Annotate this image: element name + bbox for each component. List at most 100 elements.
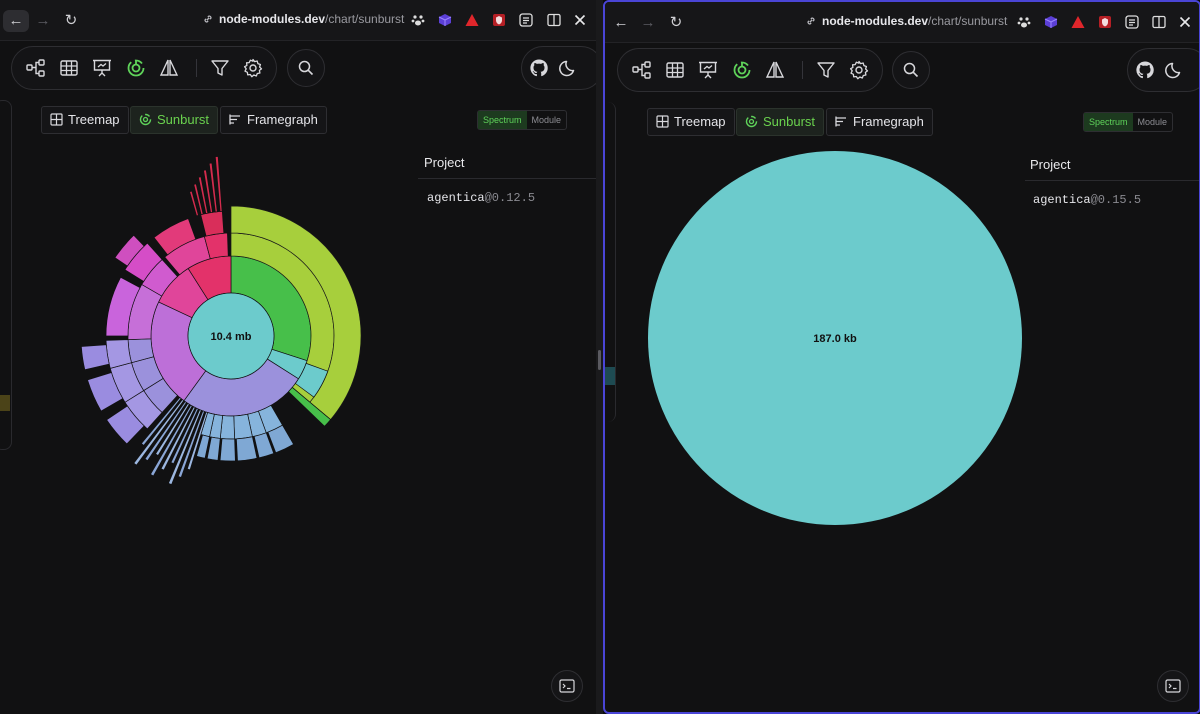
tab-label: Framegraph xyxy=(853,114,924,129)
sunburst-icon[interactable] xyxy=(124,56,148,80)
paw-icon[interactable] xyxy=(1017,15,1031,29)
forward-arrow-icon[interactable]: → xyxy=(30,10,56,32)
compare-icon[interactable] xyxy=(763,58,787,82)
terminal-icon xyxy=(559,679,575,693)
reload-icon[interactable]: ↻ xyxy=(663,12,689,34)
list-icon[interactable] xyxy=(519,13,533,27)
url-path: /chart/sunburst xyxy=(325,12,405,26)
sunburst-chart: 10.4 mb xyxy=(80,156,362,486)
sunburst-segment-lav2-2[interactable] xyxy=(105,339,132,369)
split-divider[interactable] xyxy=(596,0,603,714)
extension-cube-icon[interactable] xyxy=(438,13,452,27)
close-icon[interactable] xyxy=(573,13,587,27)
split-view-icon[interactable] xyxy=(547,13,561,27)
warning-triangle-icon[interactable] xyxy=(1071,15,1085,29)
graph-icon[interactable] xyxy=(24,56,48,80)
github-icon[interactable] xyxy=(529,58,549,78)
sunburst-segment-red-1[interactable] xyxy=(200,210,225,237)
terminal-button[interactable] xyxy=(1157,670,1189,702)
tab-framegraph[interactable]: Framegraph xyxy=(220,106,327,134)
view-toolbar xyxy=(617,48,883,92)
gear-icon[interactable] xyxy=(241,56,265,80)
forward-arrow-icon[interactable]: → xyxy=(635,12,661,34)
project-heading: Project xyxy=(424,155,465,170)
table-icon[interactable] xyxy=(57,56,81,80)
back-arrow-icon[interactable]: ← xyxy=(608,12,634,34)
gear-icon[interactable] xyxy=(847,58,871,82)
github-icon[interactable] xyxy=(1135,60,1155,80)
search-icon xyxy=(298,60,314,76)
close-icon[interactable] xyxy=(1178,15,1192,29)
sunburst-icon[interactable] xyxy=(730,58,754,82)
extension-cube-icon[interactable] xyxy=(1044,15,1058,29)
tab-label: Treemap xyxy=(68,112,120,127)
url-path: /chart/sunburst xyxy=(928,14,1008,28)
project-heading: Project xyxy=(1030,157,1071,172)
terminal-icon xyxy=(1165,679,1181,693)
center-label: 187.0 kb xyxy=(813,333,857,345)
warning-triangle-icon[interactable] xyxy=(465,13,479,27)
tab-sunburst[interactable]: Sunburst xyxy=(130,106,219,134)
presentation-icon[interactable] xyxy=(696,58,720,82)
framegraph-icon xyxy=(835,116,846,127)
sunburst-segment-lav3-2[interactable] xyxy=(80,344,110,371)
sunburst-chart: 187.0 kb xyxy=(648,151,1022,525)
project-version: @0.12.5 xyxy=(484,191,536,205)
split-view-icon[interactable] xyxy=(1152,15,1166,29)
search-button[interactable] xyxy=(892,51,930,89)
project-divider xyxy=(418,178,596,179)
project-name: agentica xyxy=(1033,193,1091,207)
module-option[interactable]: Module xyxy=(527,111,567,129)
spectrum-option[interactable]: Spectrum xyxy=(1084,113,1133,131)
paw-icon[interactable] xyxy=(411,13,425,27)
color-mode-toggle: Spectrum Module xyxy=(1083,112,1174,132)
spectrum-option[interactable]: Spectrum xyxy=(478,111,527,129)
address-bar[interactable]: node-modules.dev/chart/sunburst xyxy=(202,12,404,26)
filter-icon[interactable] xyxy=(208,56,232,80)
search-button[interactable] xyxy=(287,49,325,87)
url-domain: node-modules.dev xyxy=(822,14,929,28)
address-bar[interactable]: node-modules.dev/chart/sunburst xyxy=(805,14,1007,28)
compare-icon[interactable] xyxy=(157,56,181,80)
module-option[interactable]: Module xyxy=(1133,113,1173,131)
tab-label: Treemap xyxy=(674,114,726,129)
tab-framegraph[interactable]: Framegraph xyxy=(826,108,933,136)
terminal-button[interactable] xyxy=(551,670,583,702)
shield-extension-icon[interactable] xyxy=(492,13,506,27)
link-icon xyxy=(807,17,815,25)
table-icon[interactable] xyxy=(663,58,687,82)
project-name: agentica xyxy=(427,191,485,205)
sunburst-segment-blue-outer-2[interactable] xyxy=(236,436,258,462)
project-version: @0.15.5 xyxy=(1090,193,1142,207)
reload-icon[interactable]: ↻ xyxy=(58,10,84,32)
browser-window-left: ← → ↻ node-modules.dev/chart/sunburst Tr… xyxy=(0,0,596,714)
browser-topbar: ← → ↻ node-modules.dev/chart/sunburst xyxy=(0,0,596,41)
color-mode-toggle: Spectrum Module xyxy=(477,110,568,130)
browser-window-right: ← → ↻ node-modules.dev/chart/sunburst Tr… xyxy=(603,0,1200,714)
sunburst-segment-blue-outer-3[interactable] xyxy=(219,438,236,462)
tab-label: Framegraph xyxy=(247,112,318,127)
search-icon xyxy=(903,62,919,78)
tab-treemap[interactable]: Treemap xyxy=(647,108,735,136)
tab-sunburst[interactable]: Sunburst xyxy=(736,108,825,136)
tab-treemap[interactable]: Treemap xyxy=(41,106,129,134)
center-label: 10.4 mb xyxy=(211,331,252,343)
project-item[interactable]: agentica@0.12.5 xyxy=(427,191,535,205)
project-item[interactable]: agentica@0.15.5 xyxy=(1033,193,1141,207)
sunburst-icon xyxy=(745,115,758,128)
back-arrow-icon[interactable]: ← xyxy=(3,10,29,32)
shield-extension-icon[interactable] xyxy=(1098,15,1112,29)
framegraph-icon xyxy=(229,114,240,125)
moon-icon[interactable] xyxy=(1165,60,1185,80)
browser-topbar: ← → ↻ node-modules.dev/chart/sunburst xyxy=(605,2,1199,43)
theme-github-group xyxy=(521,46,596,90)
filter-icon[interactable] xyxy=(814,58,838,82)
graph-icon[interactable] xyxy=(630,58,654,82)
moon-icon[interactable] xyxy=(559,58,579,78)
list-icon[interactable] xyxy=(1125,15,1139,29)
treemap-icon xyxy=(50,113,63,126)
theme-github-group xyxy=(1127,48,1199,92)
presentation-icon[interactable] xyxy=(90,56,114,80)
tab-label: Sunburst xyxy=(763,114,816,129)
divider-grip[interactable] xyxy=(598,350,601,370)
